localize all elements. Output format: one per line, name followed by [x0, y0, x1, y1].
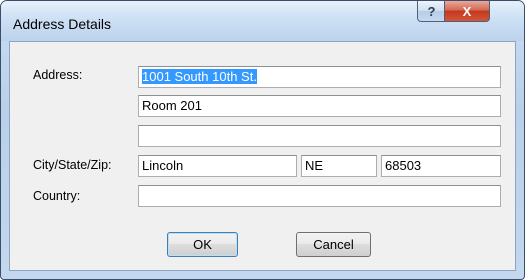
state-input[interactable]: NE: [301, 155, 377, 177]
address-label: Address:: [33, 68, 83, 82]
help-button[interactable]: ?: [417, 1, 446, 22]
close-icon: X: [462, 3, 472, 19]
dialog-window: Address Details ? X Address: 1001 South …: [0, 0, 525, 280]
ok-button[interactable]: OK: [167, 232, 238, 257]
ok-button-label: OK: [193, 237, 212, 252]
zip-input[interactable]: 68503: [381, 155, 501, 177]
window-title: Address Details: [13, 16, 112, 32]
country-input[interactable]: [138, 185, 501, 207]
address-line2-input[interactable]: Room 201: [138, 95, 501, 117]
title-bar[interactable]: Address Details ? X: [1, 1, 524, 41]
city-input[interactable]: Lincoln: [138, 155, 297, 177]
city-state-zip-label: City/State/Zip:: [33, 158, 112, 172]
help-icon: ?: [427, 3, 436, 19]
cancel-button[interactable]: Cancel: [296, 232, 371, 257]
dialog-body: Address: 1001 South 10th St. Room 201 Ci…: [9, 41, 516, 271]
address-line3-input[interactable]: [138, 125, 501, 147]
close-button[interactable]: X: [444, 1, 490, 22]
address-line1-input[interactable]: 1001 South 10th St.: [138, 66, 501, 88]
cancel-button-label: Cancel: [313, 237, 354, 252]
address-line1-value: 1001 South 10th St.: [142, 69, 257, 84]
country-label: Country:: [33, 189, 81, 203]
